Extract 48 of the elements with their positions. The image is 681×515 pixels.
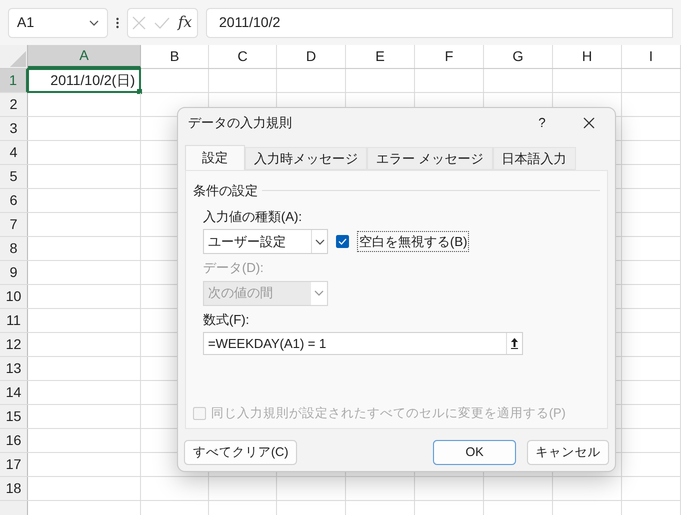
row-header[interactable]: 15 [0, 405, 28, 428]
group-label: 条件の設定 [193, 182, 258, 200]
row-header[interactable]: 18 [0, 477, 28, 500]
row-header[interactable]: 9 [0, 261, 28, 284]
allow-select[interactable]: ユーザー設定 [203, 229, 328, 254]
formula-field[interactable]: 2011/10/2 [206, 8, 673, 38]
checkbox-label[interactable]: 空白を無視する(B) [357, 230, 470, 252]
collapse-icon[interactable] [511, 338, 518, 349]
field-label: 入力値の種類(A): [203, 208, 303, 226]
tab[interactable]: エラー メッセージ [367, 147, 493, 170]
more-icon[interactable] [116, 16, 119, 28]
field-label: 数式(F): [203, 310, 250, 329]
tab[interactable]: 入力時メッセージ [245, 147, 367, 170]
cancel-button[interactable]: キャンセル [527, 440, 609, 465]
name-box[interactable]: A1 [8, 8, 108, 38]
chevron-down-icon [314, 290, 324, 296]
chevron-down-icon [89, 20, 99, 26]
row-header[interactable]: 2 [0, 93, 28, 116]
insert-function-button[interactable]: fx [178, 11, 192, 34]
fill-handle[interactable] [137, 89, 142, 94]
row-header[interactable]: 17 [0, 453, 28, 476]
window-title: データの入力規則 [188, 114, 293, 132]
row-header[interactable]: 10 [0, 285, 28, 308]
row-header[interactable]: 4 [0, 141, 28, 164]
row-header[interactable]: 5 [0, 165, 28, 188]
tab[interactable]: 設定 [185, 145, 245, 170]
ok-button[interactable]: OK [433, 440, 516, 465]
row-header[interactable]: 8 [0, 237, 28, 260]
row-header[interactable]: 12 [0, 333, 28, 356]
row-header[interactable]: 13 [0, 357, 28, 380]
row-header[interactable]: 1 [0, 69, 28, 92]
row-header[interactable]: 11 [0, 309, 28, 332]
check-icon[interactable] [154, 16, 170, 28]
ignore-blank-checkbox[interactable] [336, 235, 349, 248]
chevron-down-icon [314, 238, 324, 244]
row-header[interactable]: 7 [0, 213, 28, 236]
row-header[interactable]: 16 [0, 429, 28, 452]
close-icon[interactable] [583, 117, 595, 129]
help-button[interactable]: ? [527, 113, 557, 133]
tab[interactable]: 日本語入力 [492, 147, 576, 170]
row-header[interactable]: 6 [0, 189, 28, 212]
field-label: データ(D): [203, 259, 265, 277]
clear-all-button[interactable]: すべてクリア(C) [184, 440, 298, 465]
row-header[interactable]: 3 [0, 117, 28, 140]
table-cell[interactable]: 2011/10/2(日) [27, 68, 141, 93]
formula-input[interactable]: =WEEKDAY(A1) = 1 [203, 332, 523, 355]
column-header[interactable]: A [28, 45, 141, 68]
row-header[interactable]: 14 [0, 381, 28, 404]
